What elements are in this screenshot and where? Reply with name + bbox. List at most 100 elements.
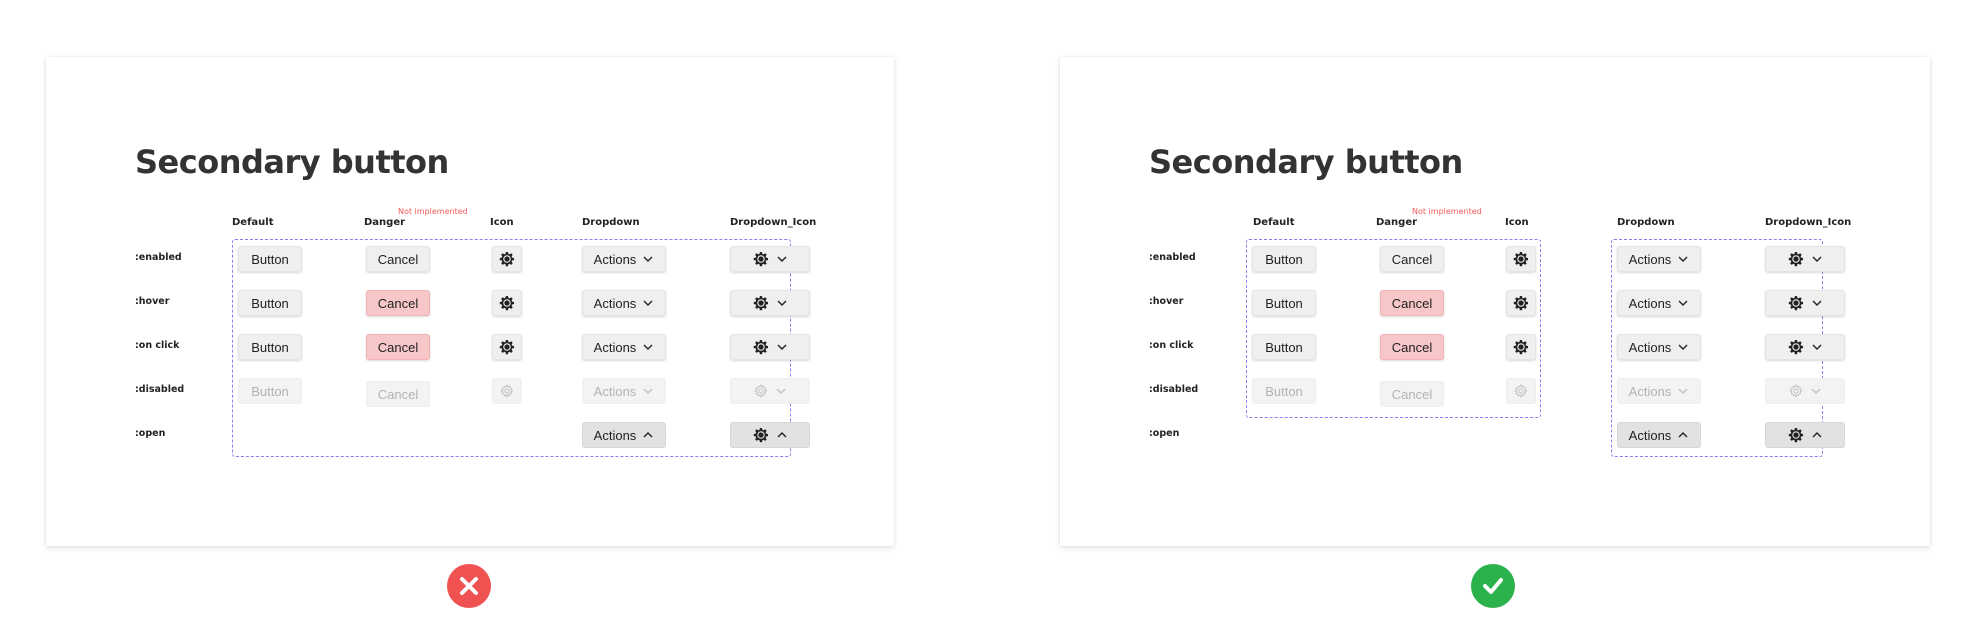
danger-button[interactable]: Cancel [1380, 334, 1444, 360]
icon-button[interactable] [1506, 246, 1536, 272]
default-button[interactable]: Button [238, 378, 302, 404]
dropdown-icon-button[interactable] [1765, 290, 1845, 316]
button-label: Actions [593, 295, 637, 311]
page-title: Secondary button [135, 143, 449, 181]
panel-correct: Secondary button Default Danger Icon Dropdow… [1060, 57, 1930, 546]
danger-button[interactable]: Cancel [1380, 290, 1444, 316]
dropdown-button[interactable]: Actions [1617, 290, 1701, 316]
danger-button[interactable]: Cancel [366, 381, 430, 407]
column-header: Icon [490, 217, 514, 228]
column-header: Dropdown_Icon [1765, 217, 1852, 228]
default-button[interactable]: Button [1252, 290, 1316, 316]
chevron-down-icon [1810, 385, 1822, 397]
dropdown-icon-button[interactable] [1765, 246, 1845, 272]
gear-icon [1788, 383, 1804, 399]
chevron-down-icon [1811, 341, 1823, 353]
icon-button[interactable] [492, 290, 522, 316]
chevron-down-icon [1677, 341, 1689, 353]
row-label: :on click [135, 340, 180, 351]
button-label: Actions [1628, 427, 1672, 443]
dropdown-icon-button[interactable] [730, 378, 810, 404]
column-header: Dropdown [1617, 217, 1675, 228]
row-label: :open [1149, 428, 1180, 439]
chevron-down-icon [776, 253, 788, 265]
icon-button[interactable] [492, 378, 522, 404]
button-label: Actions [593, 251, 637, 267]
dropdown-button[interactable]: Actions [1617, 246, 1701, 272]
dropdown-icon-button[interactable] [730, 334, 810, 360]
column-header: Default [1253, 217, 1295, 228]
chevron-down-icon [642, 385, 654, 397]
not-implemented-note: Not implemented [1412, 207, 1482, 216]
default-button[interactable]: Button [1252, 378, 1316, 404]
icon-button[interactable] [1506, 378, 1536, 404]
chevron-up-icon [1811, 429, 1823, 441]
button-label: Cancel [1391, 386, 1433, 402]
button-label: Cancel [377, 251, 419, 267]
button-label: Actions [593, 339, 637, 355]
chevron-down-icon [1811, 297, 1823, 309]
gear-icon [1513, 383, 1529, 399]
chevron-up-icon [776, 429, 788, 441]
dropdown-icon-button[interactable] [730, 422, 810, 448]
chevron-down-icon [1677, 297, 1689, 309]
column-header: Dropdown [582, 217, 640, 228]
chevron-up-icon [1677, 429, 1689, 441]
danger-button[interactable]: Cancel [1380, 246, 1444, 272]
button-label: Button [251, 383, 289, 399]
dropdown-icon-button[interactable] [730, 246, 810, 272]
button-label: Actions [593, 383, 637, 399]
gear-icon [498, 250, 516, 268]
icon-button[interactable] [1506, 290, 1536, 316]
dropdown-button[interactable]: Actions [582, 290, 666, 316]
column-header: Icon [1505, 217, 1529, 228]
button-label: Cancel [377, 386, 419, 402]
dropdown-button[interactable]: Actions [582, 334, 666, 360]
dropdown-button[interactable]: Actions [1617, 378, 1701, 404]
default-button[interactable]: Button [238, 246, 302, 272]
default-button[interactable]: Button [1252, 246, 1316, 272]
danger-button[interactable]: Cancel [366, 334, 430, 360]
gear-icon [498, 294, 516, 312]
default-button[interactable]: Button [238, 334, 302, 360]
chevron-up-icon [642, 429, 654, 441]
row-label: :disabled [1149, 384, 1199, 395]
dropdown-icon-button[interactable] [1765, 422, 1845, 448]
dropdown-icon-button[interactable] [730, 290, 810, 316]
dropdown-button[interactable]: Actions [582, 422, 666, 448]
gear-icon [752, 250, 770, 268]
button-label: Button [251, 295, 289, 311]
button-label: Cancel [1391, 295, 1433, 311]
button-label: Button [251, 251, 289, 267]
danger-button[interactable]: Cancel [366, 246, 430, 272]
close-icon [447, 564, 491, 608]
gear-icon [752, 294, 770, 312]
gear-icon [499, 383, 515, 399]
dropdown-button[interactable]: Actions [1617, 422, 1701, 448]
button-label: Cancel [377, 339, 419, 355]
button-label: Button [1265, 339, 1303, 355]
gear-icon [752, 338, 770, 356]
gear-icon [1512, 250, 1530, 268]
dropdown-icon-button[interactable] [1765, 334, 1845, 360]
row-label: :hover [1149, 296, 1184, 307]
not-implemented-note: Not implemented [398, 207, 468, 216]
button-label: Button [1265, 383, 1303, 399]
dropdown-button[interactable]: Actions [1617, 334, 1701, 360]
gear-icon [1787, 426, 1805, 444]
icon-button[interactable] [1506, 334, 1536, 360]
default-button[interactable]: Button [238, 290, 302, 316]
row-label: :on click [1149, 340, 1194, 351]
dropdown-button[interactable]: Actions [582, 378, 666, 404]
dropdown-button[interactable]: Actions [582, 246, 666, 272]
icon-button[interactable] [492, 334, 522, 360]
chevron-down-icon [776, 341, 788, 353]
button-label: Actions [1628, 383, 1672, 399]
icon-button[interactable] [492, 246, 522, 272]
danger-button[interactable]: Cancel [1380, 381, 1444, 407]
dropdown-icon-button[interactable] [1765, 378, 1845, 404]
danger-button[interactable]: Cancel [366, 290, 430, 316]
chevron-down-icon [642, 253, 654, 265]
default-button[interactable]: Button [1252, 334, 1316, 360]
chevron-down-icon [776, 297, 788, 309]
